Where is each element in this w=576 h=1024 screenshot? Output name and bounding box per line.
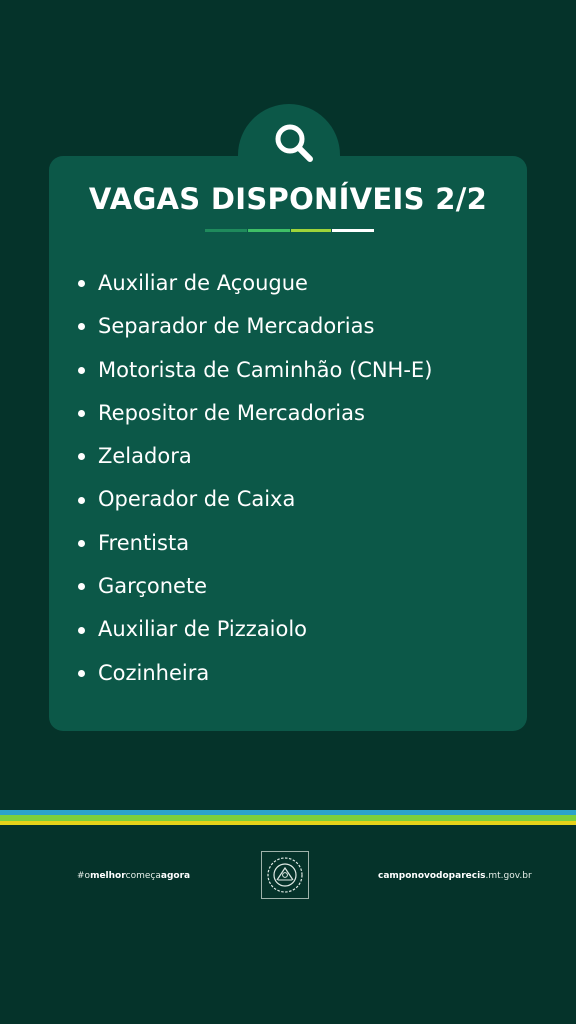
bullet-icon [78,669,85,677]
list-item: Auxiliar de Açougue [78,262,432,305]
title-underline-segment [291,229,331,232]
list-item: Motorista de Caminhão (CNH-E) [78,349,432,392]
job-list: Auxiliar de Açougue Separador de Mercado… [78,262,432,695]
job-title: Separador de Mercadorias [98,314,375,339]
job-title: Frentista [98,530,190,555]
website-link[interactable]: camponovodoparecis.mt.gov.br [378,871,532,881]
job-title: Auxiliar de Pizzaiolo [98,617,308,642]
job-title: Operador de Caixa [98,487,296,512]
bullet-icon [78,583,85,591]
title-underline-segment [248,229,290,232]
job-title: Garçonete [98,574,208,599]
list-item: Garçonete [78,565,432,608]
list-item: Auxiliar de Pizzaiolo [78,608,432,651]
bullet-icon [78,366,85,374]
bullet-icon [78,280,85,288]
list-item: Separador de Mercadorias [78,305,432,348]
job-title: Repositor de Mercadorias [98,400,365,425]
bullet-icon [78,410,85,418]
job-title: Cozinheira [98,660,210,685]
title-underline-segment [205,229,247,232]
job-title: Zeladora [98,444,192,469]
bullet-icon [78,626,85,634]
job-title: Auxiliar de Açougue [98,271,308,295]
list-item: Cozinheira [78,652,432,695]
title-underline-segment [332,229,374,232]
search-icon [275,124,313,162]
list-item: Frentista [78,522,432,565]
bullet-icon [78,323,85,331]
municipal-seal-icon [261,851,309,899]
bullet-icon [78,539,85,547]
job-title: Motorista de Caminhão (CNH-E) [98,357,433,382]
list-item: Repositor de Mercadorias [78,392,432,435]
bullet-icon [78,496,85,504]
stripe-yellow [0,821,576,825]
bullet-icon [78,453,85,461]
list-item: Zeladora [78,435,432,478]
page-title: VAGAS DISPONÍVEIS 2/2 [88,182,488,216]
list-item: Operador de Caixa [78,478,432,521]
hashtag: #omelhorcomeçaagora [77,871,191,881]
